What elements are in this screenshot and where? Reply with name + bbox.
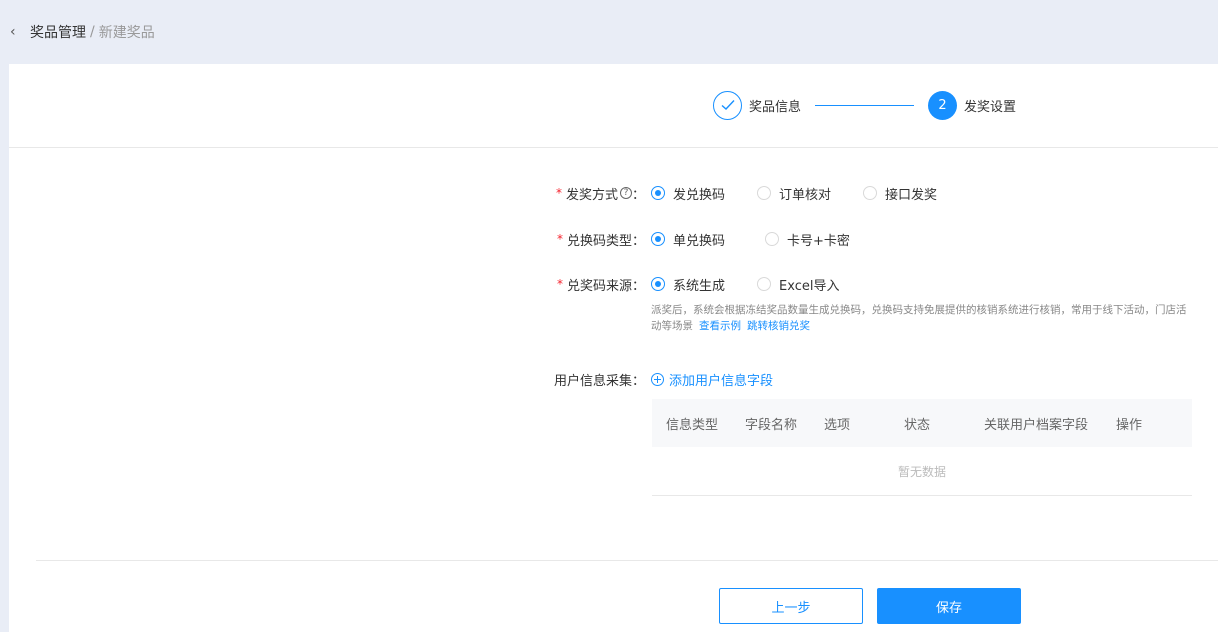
redeem-link[interactable]: 跳转核销兑奖 [747,320,810,332]
step-1-label: 奖品信息 [749,99,802,115]
step-1-check-icon [713,90,742,120]
code-source-label-text: 兑奖码来源： [566,278,645,294]
radio-system-generated[interactable]: 系统生成 [651,275,725,294]
view-example-link[interactable]: 查看示例 [699,320,741,332]
award-method-label: * 发奖方式 ? ： [556,184,645,203]
step-connector [815,104,915,106]
step-2-number: 2 [928,90,958,120]
radio-dot[interactable] [651,232,665,246]
radio-label: 卡号+卡密 [787,233,850,249]
breadcrumb-bar: ‹ 奖品管理 / 新建奖品 [0,0,1218,64]
breadcrumb-root[interactable]: 奖品管理 [30,22,86,42]
label-colon: ： [631,187,645,203]
th-linked-profile-field: 关联用户档案字段 [984,418,1089,433]
step-2-label: 发奖设置 [964,99,1017,115]
radio-dot[interactable] [765,232,780,246]
code-type-label-text: 兑换码类型： [566,233,645,249]
radio-dot[interactable] [863,186,878,200]
code-source-description: 派奖后，系统会根据冻结奖品数量生成兑换码，兑换码支持免展提供的核销系统进行核销，… [651,302,1196,334]
th-status: 状态 [904,418,931,433]
code-source-radios: 系统生成 Excel导入 [651,275,871,294]
radio-label: 发兑换码 [673,187,726,203]
radio-api-award[interactable]: 接口发奖 [863,184,937,203]
radio-dot[interactable] [651,186,665,200]
th-info-type: 信息类型 [666,418,719,433]
radio-dot[interactable] [757,277,772,291]
radio-label: 系统生成 [673,278,726,294]
radio-order-check[interactable]: 订单核对 [757,184,831,203]
breadcrumb-current: 新建奖品 [98,25,155,41]
th-options: 选项 [824,418,851,433]
code-source-row: * 兑奖码来源： 系统生成 Excel导入 [9,274,1218,294]
table-empty: 暂无数据 [652,447,1192,496]
award-method-row: * 发奖方式 ? ： 发兑换码 订单核对 接口发奖 [9,183,1218,203]
main-card: 奖品信息 2 发奖设置 * 发奖方式 ? ： 发兑换码 订单核对 接口发奖 * … [9,64,1218,632]
radio-single-code[interactable]: 单兑换码 [651,230,725,249]
plus-circle-icon [651,373,664,386]
check-icon [721,100,735,110]
steps: 奖品信息 2 发奖设置 [713,89,1016,121]
radio-card-password[interactable]: 卡号+卡密 [765,230,850,249]
code-type-row: * 兑换码类型： 单兑换码 卡号+卡密 [9,229,1218,249]
divider [36,560,1218,561]
add-user-field-button[interactable]: 添加用户信息字段 [651,370,773,389]
radio-award-code[interactable]: 发兑换码 [651,184,725,203]
code-type-label: * 兑换码类型： [557,230,645,249]
prev-step-button[interactable]: 上一步 [719,588,863,624]
back-chevron-icon[interactable]: ‹ [10,24,30,40]
th-field-name: 字段名称 [745,418,798,433]
user-info-row: 用户信息采集： [9,369,1218,389]
radio-label: Excel导入 [779,278,840,294]
radio-excel-import[interactable]: Excel导入 [757,275,839,294]
radio-dot[interactable] [651,277,665,291]
code-type-radios: 单兑换码 卡号+卡密 [651,230,882,249]
award-method-label-text: 发奖方式 [565,187,618,203]
save-button[interactable]: 保存 [877,588,1021,624]
help-icon[interactable]: ? [619,187,632,199]
user-info-table: 信息类型 字段名称 选项 状态 关联用户档案字段 操作 暂无数据 [652,399,1192,496]
required-mark: * [556,277,563,291]
user-info-label: 用户信息采集： [553,373,645,389]
divider [9,147,1218,148]
required-mark: * [556,232,563,246]
th-actions: 操作 [1116,418,1143,433]
add-user-field-label: 添加用户信息字段 [669,374,774,389]
code-source-label: * 兑奖码来源： [557,275,645,294]
award-method-radios: 发兑换码 订单核对 接口发奖 [651,184,969,203]
radio-dot[interactable] [757,186,772,200]
table-header: 信息类型 字段名称 选项 状态 关联用户档案字段 操作 [652,399,1192,447]
required-mark: * [555,186,562,200]
radio-label: 接口发奖 [885,187,938,203]
breadcrumb-separator: / [90,24,95,40]
radio-label: 订单核对 [779,187,832,203]
radio-label: 单兑换码 [673,233,726,249]
